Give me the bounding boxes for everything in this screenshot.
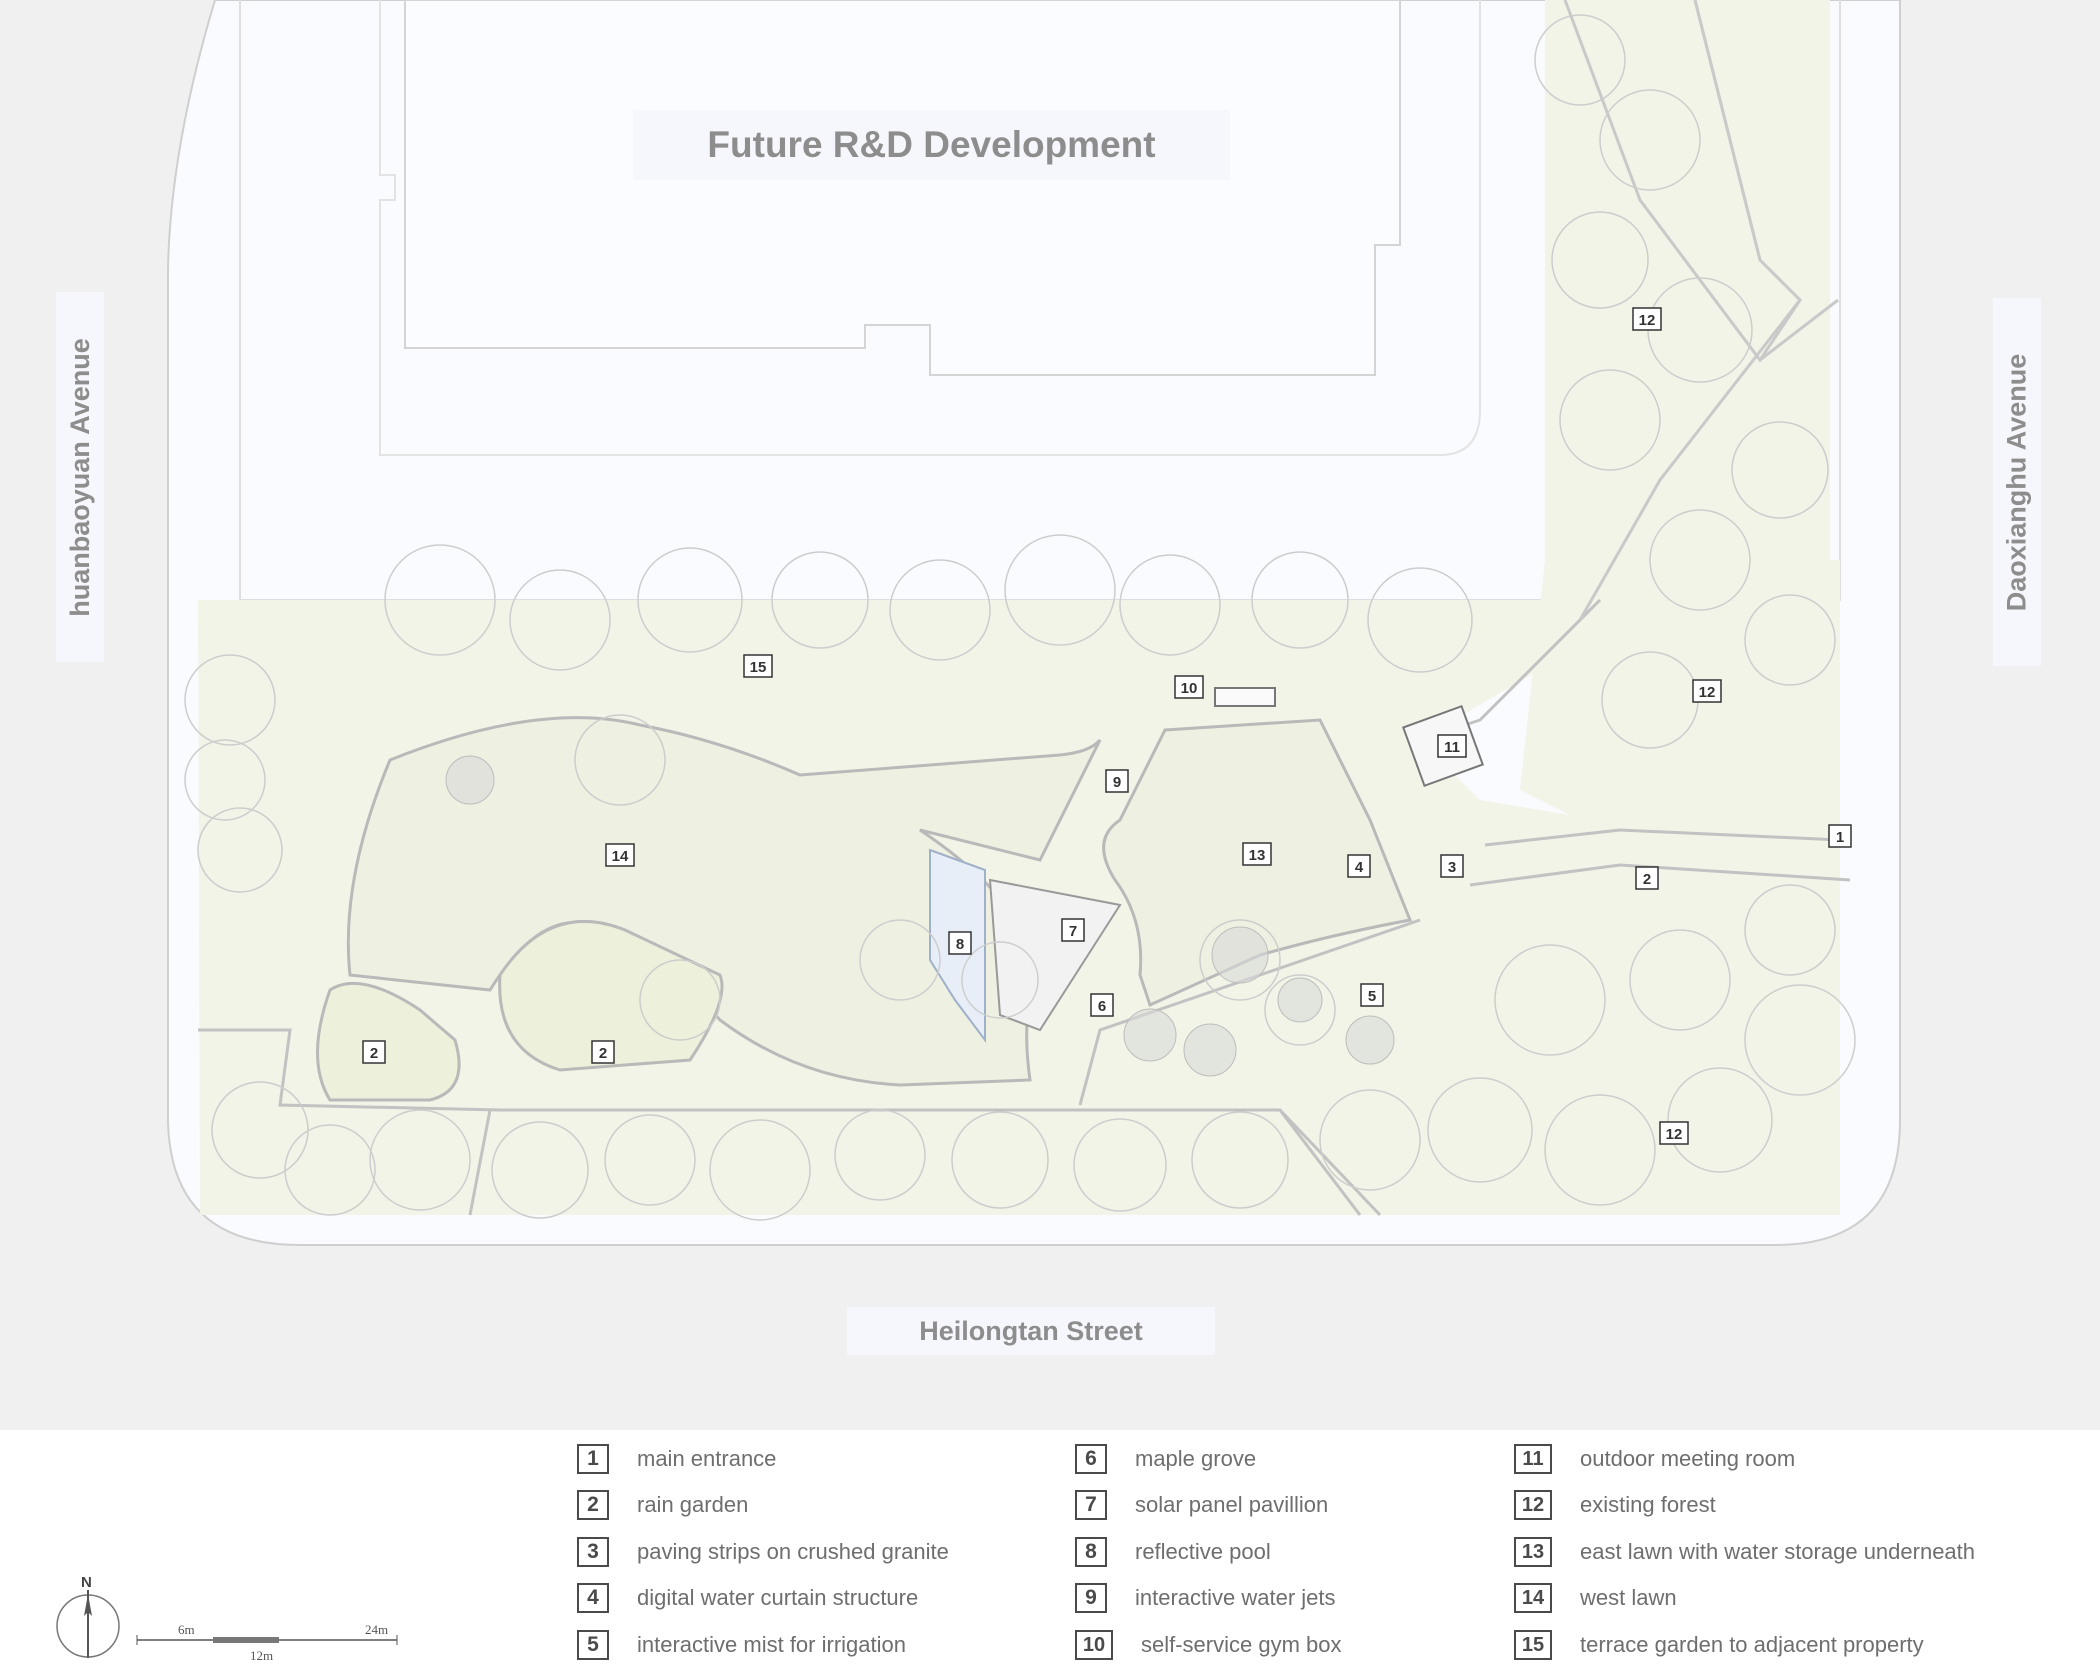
plan-marker-12: 12 [1632,307,1662,331]
legend-label: main entrance [637,1446,777,1471]
legend-label: interactive water jets [1135,1585,1336,1610]
plan-marker-1: 1 [1828,824,1852,848]
plan-marker-10: 10 [1174,675,1204,699]
legend-number: 8 [1075,1537,1107,1567]
legend-label: maple grove [1135,1446,1257,1471]
plan-marker-text: 11 [1444,739,1460,756]
plan-marker-12: 12 [1692,679,1722,703]
legend-number: 15 [1514,1630,1552,1660]
plan-marker-text: 6 [1098,998,1106,1015]
legend-number: 11 [1514,1444,1552,1474]
street-label-east-text: Daoxianghu Avenue [2001,353,2032,611]
legend-number: 13 [1514,1537,1552,1567]
scale-label-12: 12m [250,1648,274,1663]
plan-marker-6: 6 [1090,993,1114,1017]
legend-number: 3 [577,1537,609,1567]
plan-marker-text: 1 [1836,829,1844,846]
legend-item-6: 6 maple grove [1075,1442,1256,1476]
site-plan-map: 122234567891011121212131415 [0,0,2100,1430]
legend-label: digital water curtain structure [637,1585,919,1610]
legend-item-4: 4 digital water curtain structure [577,1581,918,1615]
legend-item-9: 9 interactive water jets [1075,1581,1336,1615]
legend-label: existing forest [1580,1492,1716,1517]
legend-label: rain garden [637,1492,749,1517]
legend-item-15: 15 terrace garden to adjacent property [1514,1628,1924,1662]
plan-marker-text: 2 [1643,871,1651,888]
legend-item-12: 12 existing forest [1514,1488,1716,1522]
legend-item-5: 5 interactive mist for irrigation [577,1628,906,1662]
gym-box [1214,687,1276,707]
legend-number: 2 [577,1490,609,1520]
building-footprint [404,0,1401,376]
plan-marker-text: 12 [1699,684,1716,701]
plan-marker-text: 7 [1069,923,1077,940]
plan-marker-text: 14 [612,848,629,865]
plan-marker-8: 8 [948,931,972,955]
street-label-west: huanbaoyuan Avenue [56,292,104,662]
north-label: N [81,1574,92,1591]
legend-label: solar panel pavillion [1135,1492,1329,1517]
legend-item-10: 10 self-service gym box [1075,1628,1342,1662]
legend-label: paving strips on crushed granite [637,1539,949,1564]
legend-item-3: 3 paving strips on crushed granite [577,1535,949,1569]
plan-marker-2: 2 [1635,866,1659,890]
legend-number: 5 [577,1630,609,1660]
plan-marker-text: 8 [956,936,964,953]
plan-marker-text: 2 [370,1045,378,1062]
legend-label: west lawn [1580,1585,1677,1610]
street-label-south-text: Heilongtan Street [919,1315,1143,1346]
plan-marker-3: 3 [1440,854,1464,878]
scale-bar [136,1635,398,1645]
legend-number: 9 [1075,1583,1107,1613]
legend-number: 6 [1075,1444,1107,1474]
plan-marker-text: 10 [1181,680,1198,697]
plan-marker-text: 2 [599,1045,607,1062]
legend-label: self-service gym box [1141,1632,1342,1657]
legend-number: 10 [1075,1630,1113,1660]
legend-item-11: 11 outdoor meeting room [1514,1442,1795,1476]
legend-number: 4 [577,1583,609,1613]
map-title-text: Future R&D Development [707,124,1156,165]
plan-marker-11: 11 [1437,734,1467,758]
plan-marker-text: 15 [750,659,767,676]
map-title: Future R&D Development [633,110,1230,180]
street-label-east: Daoxianghu Avenue [1993,298,2041,666]
plan-marker-text: 12 [1666,1126,1683,1143]
plan-marker-13: 13 [1242,842,1272,866]
legend-number: 12 [1514,1490,1552,1520]
legend-label: east lawn with water storage underneath [1580,1539,1976,1564]
legend-item-7: 7 solar panel pavillion [1075,1488,1328,1522]
plan-marker-7: 7 [1061,918,1085,942]
plan-marker-5: 5 [1360,983,1384,1007]
legend-number: 14 [1514,1583,1552,1613]
plan-marker-text: 3 [1448,859,1456,876]
plan-marker-text: 12 [1639,312,1656,329]
legend-item-2: 2 rain garden [577,1488,748,1522]
legend-number: 7 [1075,1490,1107,1520]
plan-marker-9: 9 [1105,769,1129,793]
street-label-south: Heilongtan Street [847,1307,1215,1355]
scale-label-24: 24m [365,1622,389,1637]
plan-marker-14: 14 [605,843,635,867]
legend-label: outdoor meeting room [1580,1446,1796,1471]
plan-marker-text: 5 [1368,988,1376,1005]
legend-item-13: 13 east lawn with water storage underneat… [1514,1535,1975,1569]
plan-marker-text: 4 [1355,859,1364,876]
legend-number: 1 [577,1444,609,1474]
plan-marker-text: 13 [1249,847,1266,864]
plan-marker-text: 9 [1113,774,1121,791]
legend-item-8: 8 reflective pool [1075,1535,1271,1569]
plan-marker-4: 4 [1347,854,1371,878]
street-label-west-text: huanbaoyuan Avenue [64,337,95,617]
plan-marker-2: 2 [362,1040,386,1064]
plan-marker-15: 15 [743,654,773,678]
legend-item-1: 1 main entrance [577,1442,776,1476]
plan-marker-2: 2 [591,1040,615,1064]
legend-label: interactive mist for irrigation [637,1632,906,1657]
legend-item-14: 14 west lawn [1514,1581,1677,1615]
scale-label-6: 6m [178,1622,195,1637]
legend-label: reflective pool [1135,1539,1271,1564]
legend-label: terrace garden to adjacent property [1580,1632,1924,1657]
plan-marker-12: 12 [1659,1121,1689,1145]
